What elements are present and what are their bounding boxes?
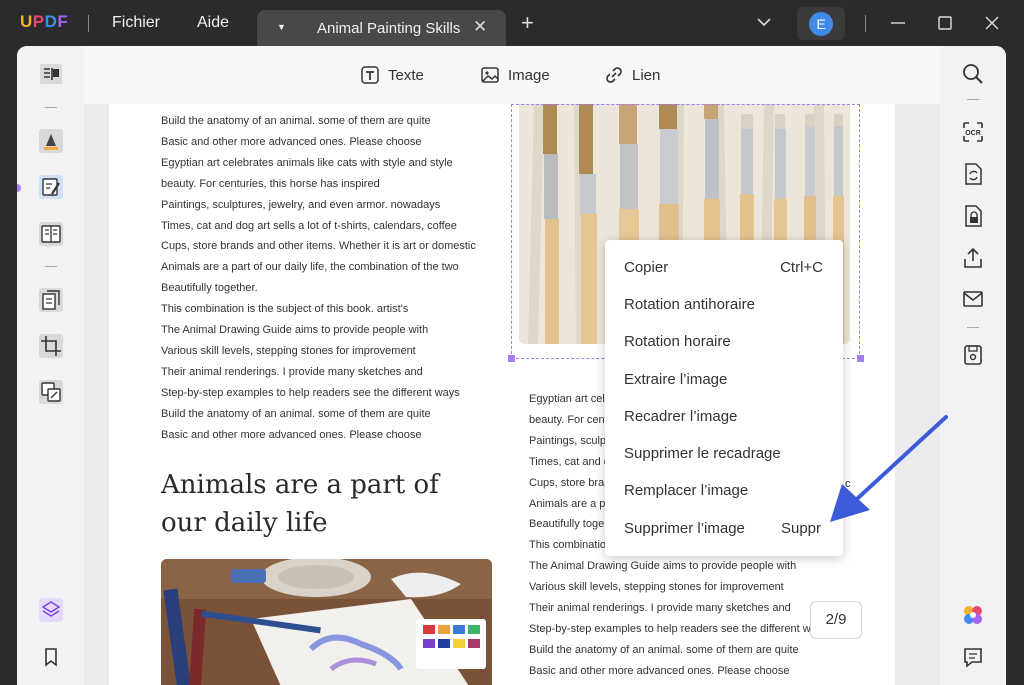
text-line: The Animal Drawing Guide aims to provide… [161,324,429,337]
left-column-text[interactable]: Build the anatomy of an animal. some of … [161,111,476,446]
text-line: beauty. For centuries, this horse has in… [161,177,380,190]
left-sidebar [17,46,84,685]
text-line: Various skill levels, stepping stones fo… [161,344,416,357]
comment-icon[interactable] [960,644,986,670]
edit-pdf-icon[interactable] [38,174,64,200]
image-icon [481,67,499,83]
text-line: Their animal renderings. I provide many … [529,602,791,615]
ocr-icon[interactable]: OCR [960,119,986,145]
painting-supplies-picture [161,559,492,685]
heading-line: Animals are a part of [161,470,439,500]
text-line: Beautifully together. [161,282,258,295]
sidebar-divider [967,327,979,328]
text-line: Times, cat and dog art sells a lot of t-… [161,219,457,232]
tab-close-icon[interactable]: ✕ [473,17,487,37]
resize-handle[interactable] [508,355,515,362]
avatar: E [809,12,833,36]
tab-dropdown-icon[interactable]: ▼ [277,22,286,32]
svg-text:OCR: OCR [965,130,981,137]
text-line: This combination is the subject of this … [161,303,409,316]
right-sidebar: OCR [940,46,1006,685]
new-tab-icon[interactable]: + [521,12,534,34]
text-line: Build the anatomy of an animal. some of … [161,407,431,420]
account-button[interactable]: E [797,7,845,40]
menu-item-rotate-ccw[interactable]: Rotation antihoraire [624,296,755,313]
sidebar-divider [45,266,57,267]
convert-icon[interactable] [38,379,64,405]
maximize-icon[interactable] [936,14,954,32]
painting-supplies-image[interactable] [161,559,492,685]
text-line: Their animal renderings. I provide many … [161,365,423,378]
text-line: Cups, store brands and other items. Whet… [161,240,476,253]
image-context-menu: Copier Ctrl+C Rotation antihoraire Rotat… [605,240,843,556]
main-window: Texte Image Lien · · · · · · · · · · · ·… [17,46,1006,685]
menu-item-remove-crop[interactable]: Supprimer le recadrage [624,445,781,462]
title-bar: UPDF Fichier Aide ▼ Animal Painting Skil… [0,0,1024,47]
text-line: Build the anatomy of an animal. some of … [529,643,799,656]
divider [865,15,866,32]
text-fragment: c [845,478,851,490]
convert-pdf-icon[interactable] [960,161,986,187]
heading-line: our daily life [161,508,328,538]
reader-icon[interactable] [38,61,64,87]
bookmark-icon[interactable] [38,644,64,670]
add-link-label: Lien [632,66,661,84]
active-indicator [17,184,21,192]
add-text-button[interactable]: Texte [360,65,424,85]
menu-help[interactable]: Aide [197,14,229,32]
highlighter-icon[interactable] [38,128,64,154]
text-line: Paintings, sculptures, jewelry, and even… [161,198,441,211]
minimize-icon[interactable] [889,14,907,32]
add-image-label: Image [508,66,550,84]
text-line: Build the anatomy of an animal. some of … [161,115,431,127]
edit-toolbar: Texte Image Lien [84,46,940,104]
divider [88,15,89,32]
menu-item-rotate-cw[interactable]: Rotation horaire [624,333,731,350]
menu-item-crop[interactable]: Recadrer l’image [624,408,737,425]
text-line: Step-by-step examples to help readers se… [161,386,460,399]
add-image-button[interactable]: Image [480,65,550,85]
text-line: Basic and other more advanced ones. Plea… [161,428,422,441]
text-line: Basic and other more advanced ones. Plea… [161,135,422,148]
menu-item-extract[interactable]: Extraire l’image [624,371,727,388]
close-window-icon[interactable] [983,14,1001,32]
add-link-button[interactable]: Lien [604,65,660,85]
text-line: Step-by-step examples to help readers se… [529,622,811,635]
text-line: The Animal Drawing Guide aims to provide… [529,560,797,573]
search-icon[interactable] [960,61,986,87]
menu-item-delete[interactable]: Supprimer l’image [624,520,745,537]
share-icon[interactable] [960,245,986,271]
sidebar-divider [967,99,979,100]
text-icon [361,66,379,84]
protect-icon[interactable] [960,203,986,229]
crop-icon[interactable] [38,333,64,359]
sidebar-divider [45,107,57,108]
delete-shortcut: Suppr [780,520,821,537]
document-tab[interactable]: ▼ Animal Painting Skills ✕ [257,10,506,47]
organize-pages-icon[interactable] [38,287,64,313]
updf-logo: UPDF [20,12,69,31]
chevron-down-icon[interactable] [756,14,772,30]
copy-shortcut: Ctrl+C [780,259,823,276]
form-icon[interactable] [38,221,64,247]
text-line: Various skill levels, stepping stones fo… [529,581,784,594]
text-line: Basic and other more advanced ones. Plea… [529,664,790,677]
menu-item-copy[interactable]: Copier [624,259,668,276]
menu-item-replace[interactable]: Remplacer l’image [624,482,748,499]
menu-file[interactable]: Fichier [112,14,160,32]
link-icon [606,67,622,83]
text-line: Animals are a part of our daily life, th… [161,261,459,274]
tab-title: Animal Painting Skills [317,20,461,37]
ai-assistant-icon[interactable] [960,602,986,628]
layers-icon[interactable] [38,597,64,623]
resize-handle[interactable] [857,355,864,362]
mail-icon[interactable] [960,286,986,312]
section-heading[interactable]: Animals are a part of our daily life [161,466,439,542]
page-indicator[interactable]: 2/9 [810,601,862,639]
save-icon[interactable] [960,342,986,368]
add-text-label: Texte [388,66,424,84]
text-line: Egyptian art celebrates animals like cat… [161,156,453,169]
